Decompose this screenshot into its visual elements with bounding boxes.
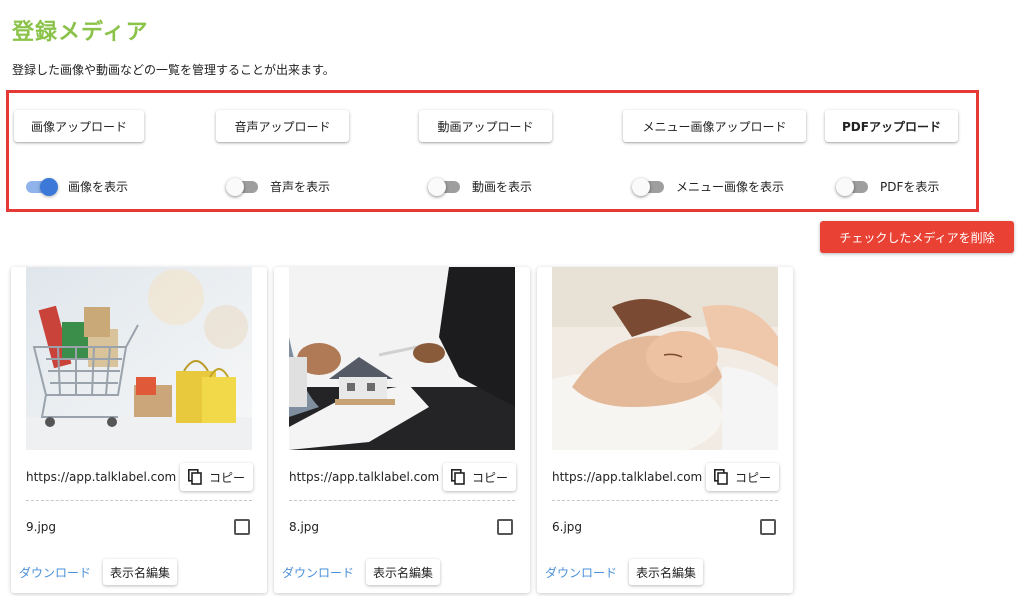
- media-thumbnail[interactable]: [26, 267, 252, 450]
- media-url: https://app.talklabel.com: [289, 470, 439, 484]
- file-name: 9.jpg: [26, 520, 57, 534]
- shopping-cart-photo: [26, 267, 252, 450]
- toggle-label: 音声を表示: [270, 180, 331, 194]
- show-pdf-toggle[interactable]: PDFを表示: [836, 177, 940, 196]
- rename-button[interactable]: 表示名編集: [366, 559, 441, 585]
- toggle-track: [632, 177, 664, 196]
- download-link[interactable]: ダウンロード: [545, 564, 617, 581]
- media-thumbnail[interactable]: [289, 267, 515, 450]
- toggle-thumb: [226, 177, 244, 196]
- file-name: 8.jpg: [289, 520, 320, 534]
- copy-icon: [450, 469, 465, 485]
- show-audio-toggle[interactable]: 音声を表示: [226, 177, 331, 196]
- media-card: https://app.talklabel.com コピー 8.jpg ダウンロ…: [274, 267, 530, 593]
- media-control-panel: 画像アップロード 音声アップロード 動画アップロード メニュー画像アップロード …: [6, 90, 979, 212]
- toggle-label: 画像を表示: [68, 180, 129, 194]
- toggle-track: [836, 177, 868, 196]
- card-divider: [289, 500, 515, 501]
- toggle-label: 動画を表示: [472, 180, 533, 194]
- copy-url-button[interactable]: コピー: [706, 463, 779, 491]
- toggle-label: PDFを表示: [880, 180, 940, 194]
- page-description: 登録した画像や動画などの一覧を管理することが出来ます。: [12, 63, 335, 77]
- toggle-label: メニュー画像を表示: [676, 180, 785, 194]
- copy-url-button[interactable]: コピー: [180, 463, 253, 491]
- toggle-track: [26, 177, 58, 196]
- audio-upload-button[interactable]: 音声アップロード: [216, 110, 349, 142]
- media-url: https://app.talklabel.com: [552, 470, 702, 484]
- show-menu-images-toggle[interactable]: メニュー画像を表示: [632, 177, 785, 196]
- page-title: 登録メディア: [12, 20, 149, 45]
- rename-button[interactable]: 表示名編集: [629, 559, 704, 585]
- card-divider: [26, 500, 252, 501]
- toggle-thumb: [40, 177, 58, 196]
- copy-label: コピー: [471, 470, 508, 485]
- show-images-toggle[interactable]: 画像を表示: [26, 177, 129, 196]
- copy-label: コピー: [734, 470, 771, 485]
- toggle-thumb: [836, 177, 854, 196]
- copy-label: コピー: [208, 470, 245, 485]
- video-upload-button[interactable]: 動画アップロード: [419, 110, 552, 142]
- download-link[interactable]: ダウンロード: [19, 564, 91, 581]
- toggle-thumb: [428, 177, 446, 196]
- select-checkbox[interactable]: [234, 519, 250, 535]
- select-checkbox[interactable]: [497, 519, 513, 535]
- spa-massage-photo: [552, 267, 778, 450]
- house-model-photo: [289, 267, 515, 450]
- download-link[interactable]: ダウンロード: [282, 564, 354, 581]
- card-divider: [552, 500, 778, 501]
- media-card: https://app.talklabel.com コピー 6.jpg ダウンロ…: [537, 267, 793, 593]
- media-url: https://app.talklabel.com: [26, 470, 176, 484]
- pdf-upload-button[interactable]: PDFアップロード: [825, 110, 958, 142]
- copy-icon: [713, 469, 728, 485]
- delete-checked-media-button[interactable]: チェックしたメディアを削除: [820, 221, 1014, 253]
- media-thumbnail[interactable]: [552, 267, 778, 450]
- menu-image-upload-button[interactable]: メニュー画像アップロード: [623, 110, 806, 142]
- rename-button[interactable]: 表示名編集: [103, 559, 178, 585]
- toggle-thumb: [632, 177, 650, 196]
- copy-url-button[interactable]: コピー: [443, 463, 516, 491]
- file-name: 6.jpg: [552, 520, 583, 534]
- toggle-track: [226, 177, 258, 196]
- toggle-track: [428, 177, 460, 196]
- show-video-toggle[interactable]: 動画を表示: [428, 177, 533, 196]
- media-card: https://app.talklabel.com コピー 9.jpg ダウンロ…: [11, 267, 267, 593]
- image-upload-button[interactable]: 画像アップロード: [14, 110, 144, 142]
- select-checkbox[interactable]: [760, 519, 776, 535]
- copy-icon: [187, 469, 202, 485]
